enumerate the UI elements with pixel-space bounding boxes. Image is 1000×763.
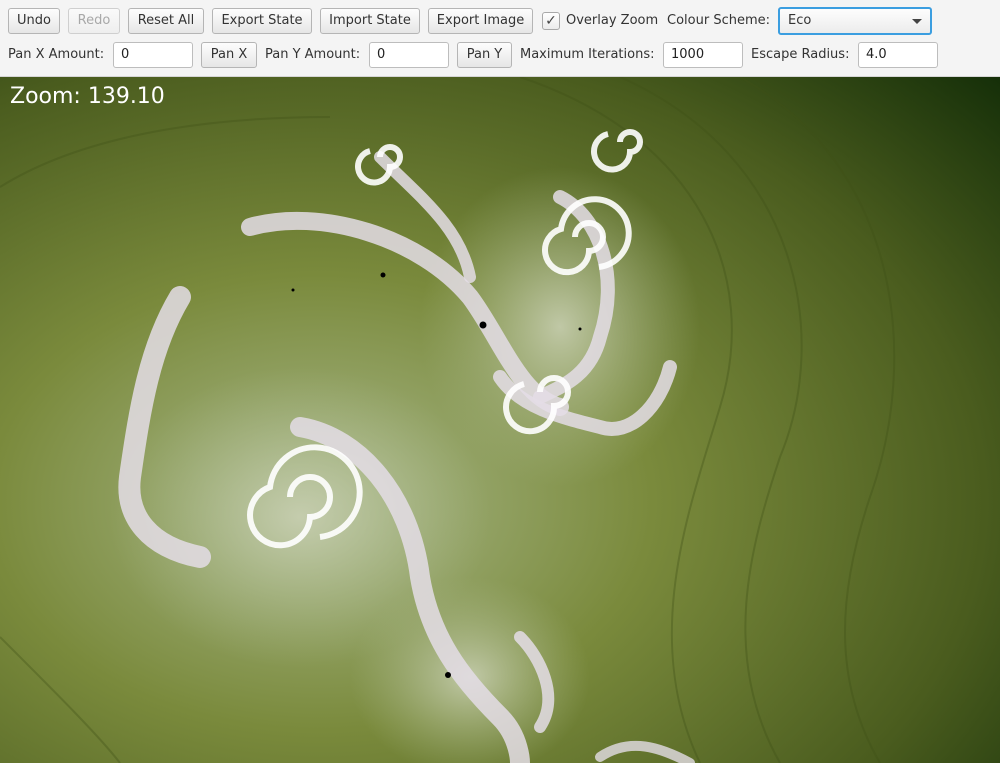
redo-button[interactable]: Redo [68,8,120,34]
fractal-canvas[interactable]: Zoom: 139.10 [0,77,1000,763]
colour-scheme-select[interactable]: Eco [778,7,932,35]
checkmark-icon: ✓ [545,13,557,29]
pan-x-input[interactable]: 0 [113,42,193,68]
overlay-zoom-checkbox[interactable]: ✓ [542,12,560,30]
max-iterations-input[interactable]: 1000 [663,42,743,68]
export-image-button[interactable]: Export Image [428,8,533,34]
toolbar-row-parameters: Pan X Amount: 0 Pan X Pan Y Amount: 0 Pa… [0,41,1000,69]
max-iterations-label: Maximum Iterations: [520,47,655,62]
colour-scheme-label: Colour Scheme: [667,13,770,28]
toolbar: Undo Redo Reset All Export State Import … [0,0,1000,77]
escape-radius-label: Escape Radius: [751,47,850,62]
pan-y-input[interactable]: 0 [369,42,449,68]
pan-y-button[interactable]: Pan Y [457,42,512,68]
undo-button[interactable]: Undo [8,8,60,34]
overlay-zoom-label: Overlay Zoom [566,13,659,28]
pan-y-label: Pan Y Amount: [265,47,361,62]
fractal-image [0,77,1000,763]
reset-all-button[interactable]: Reset All [128,8,204,34]
escape-radius-input[interactable]: 4.0 [858,42,938,68]
import-state-button[interactable]: Import State [320,8,420,34]
toolbar-row-actions: Undo Redo Reset All Export State Import … [0,7,1000,35]
pan-x-button[interactable]: Pan X [201,42,257,68]
zoom-overlay-text: Zoom: 139.10 [10,84,165,109]
pan-x-label: Pan X Amount: [8,47,105,62]
colour-scheme-value: Eco [788,13,812,28]
export-state-button[interactable]: Export State [212,8,312,34]
chevron-down-icon [912,19,922,24]
